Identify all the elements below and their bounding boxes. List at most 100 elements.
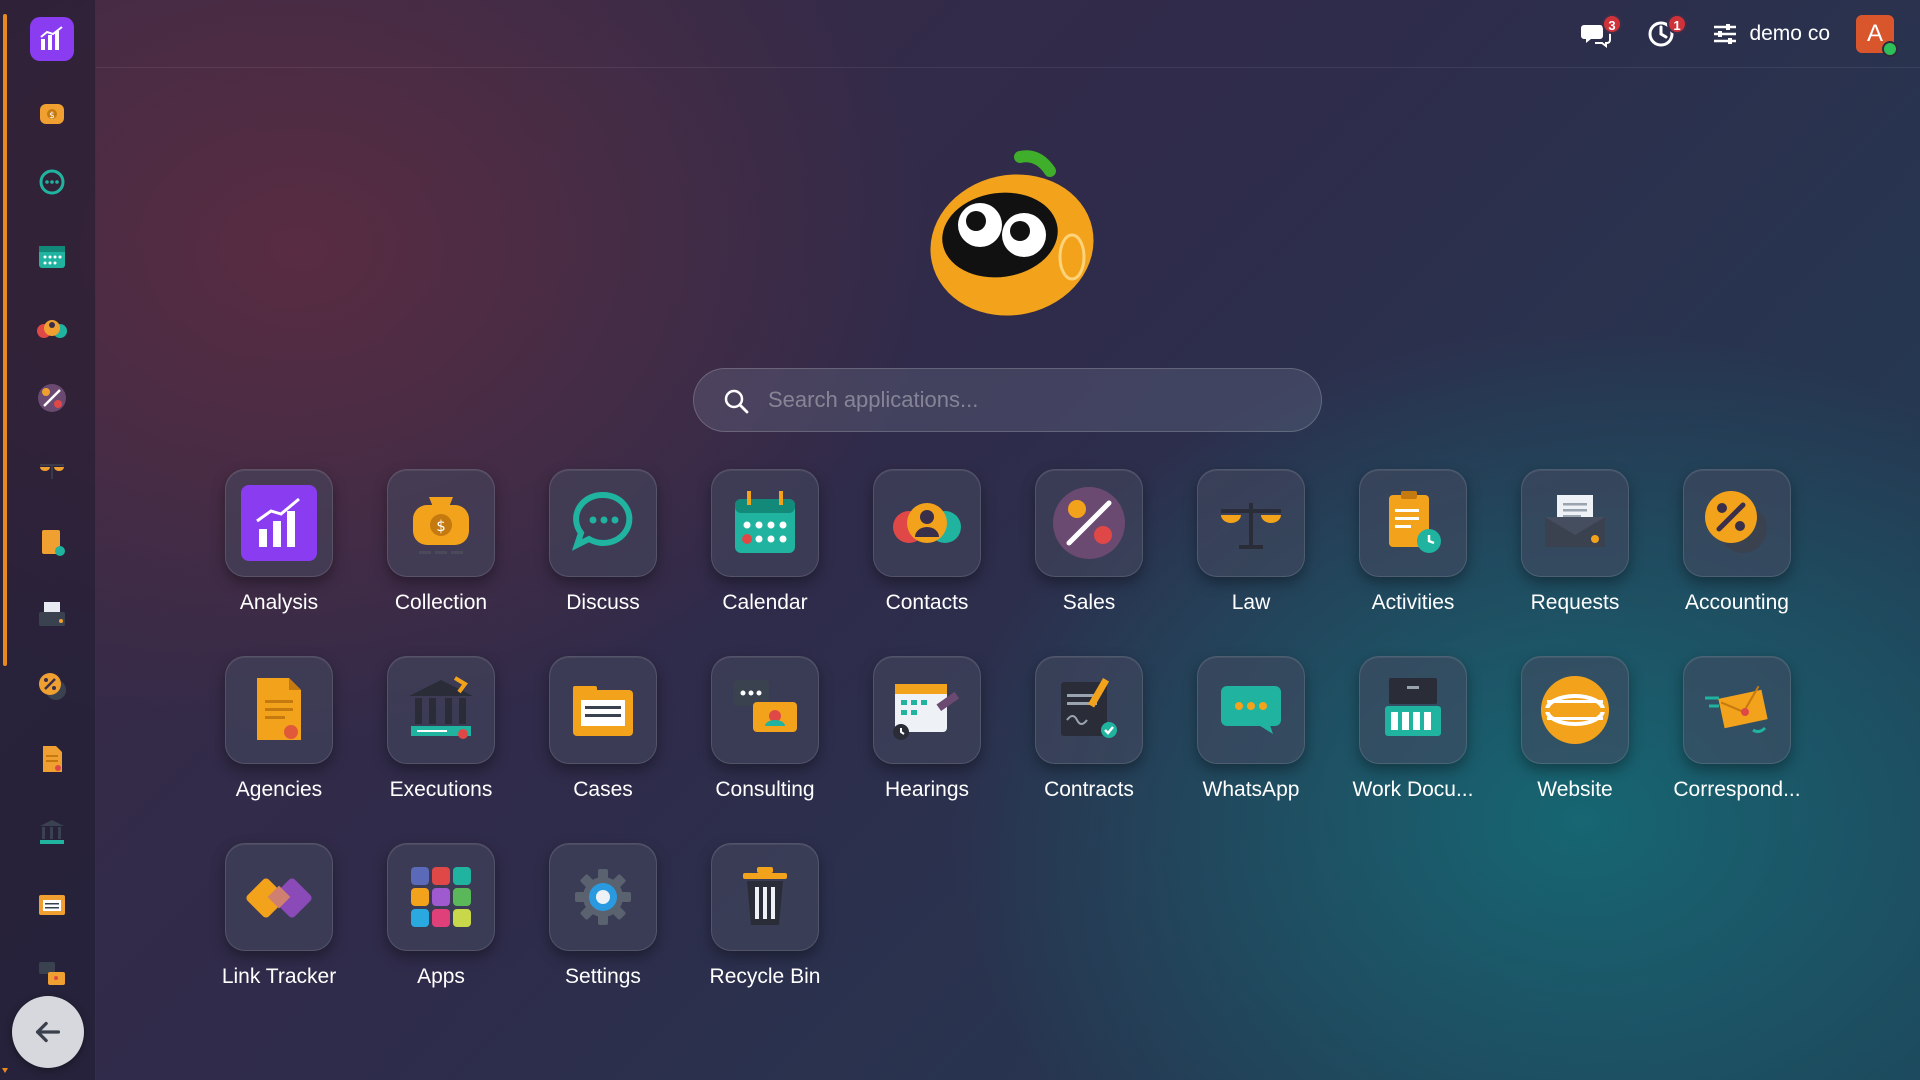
- sidebar-item-executions[interactable]: [30, 810, 74, 854]
- sidebar-item-law[interactable]: [30, 447, 74, 491]
- contracts-icon: [1061, 678, 1117, 738]
- app-tile[interactable]: [873, 656, 981, 764]
- app-search-bar[interactable]: [693, 368, 1322, 432]
- app-hearings[interactable]: Hearings: [852, 656, 1002, 816]
- app-label: Cases: [573, 778, 633, 801]
- messages-button[interactable]: 3: [1580, 14, 1622, 50]
- app-tile[interactable]: [1683, 469, 1791, 577]
- app-requests[interactable]: Requests: [1500, 469, 1650, 629]
- app-correspondence[interactable]: Correspond...: [1662, 656, 1812, 816]
- app-contacts[interactable]: Contacts: [852, 469, 1002, 629]
- app-cases[interactable]: Cases: [528, 656, 678, 816]
- app-tile[interactable]: [1197, 656, 1305, 764]
- company-name[interactable]: demo co: [1749, 22, 1830, 46]
- sidebar-item-agencies[interactable]: [30, 737, 74, 781]
- app-recycle-bin[interactable]: Recycle Bin: [690, 843, 840, 1003]
- app-analysis[interactable]: Analysis: [204, 469, 354, 629]
- app-label: Executions: [389, 778, 493, 801]
- sidebar-item-requests[interactable]: [30, 592, 74, 636]
- app-tile[interactable]: [225, 656, 333, 764]
- app-tile[interactable]: [387, 656, 495, 764]
- link-tracker-icon: [246, 878, 312, 918]
- sidebar-item-calendar[interactable]: [30, 234, 74, 278]
- app-link-tracker[interactable]: Link Tracker: [204, 843, 354, 1003]
- app-tile[interactable]: [549, 843, 657, 951]
- app-label: Correspond...: [1673, 778, 1801, 801]
- app-work-documents[interactable]: Work Docu...: [1338, 656, 1488, 816]
- app-activities[interactable]: Activities: [1338, 469, 1488, 629]
- app-law[interactable]: Law: [1176, 469, 1326, 629]
- app-tile[interactable]: [1521, 469, 1629, 577]
- app-tile[interactable]: $: [387, 469, 495, 577]
- app-consulting[interactable]: Consulting: [690, 656, 840, 816]
- app-tile[interactable]: [225, 469, 333, 577]
- whatsapp-icon: [1221, 686, 1281, 734]
- app-tile[interactable]: [1359, 469, 1467, 577]
- app-label: Link Tracker: [221, 965, 337, 988]
- app-label: Analysis: [239, 591, 319, 614]
- back-button[interactable]: [12, 996, 84, 1068]
- contacts-icon: [37, 320, 67, 338]
- cases-icon: [573, 686, 633, 736]
- discuss-icon: [39, 169, 65, 195]
- app-tile[interactable]: [1035, 656, 1143, 764]
- app-tile[interactable]: [1035, 469, 1143, 577]
- sidebar-item-collection[interactable]: $: [30, 90, 74, 134]
- topbar: 3 1 demo co A: [96, 0, 1920, 68]
- analysis-icon: [241, 485, 317, 561]
- sidebar-item-contacts[interactable]: [30, 306, 74, 350]
- activities-icon: [1389, 491, 1441, 553]
- app-label: Settings: [565, 965, 641, 988]
- app-accounting[interactable]: Accounting: [1662, 469, 1812, 629]
- sidebar-item-discuss[interactable]: [30, 161, 74, 205]
- app-tile[interactable]: [549, 469, 657, 577]
- app-tile[interactable]: [1683, 656, 1791, 764]
- app-tile[interactable]: [711, 469, 819, 577]
- app-executions[interactable]: Executions: [366, 656, 516, 816]
- sidebar-item-analysis[interactable]: [30, 17, 74, 61]
- app-website[interactable]: Website: [1500, 656, 1650, 816]
- sidebar-item-accounting[interactable]: [30, 664, 74, 708]
- app-contracts[interactable]: Contracts: [1014, 656, 1164, 816]
- app-settings[interactable]: Settings: [528, 843, 678, 1003]
- svg-text:$: $: [436, 517, 446, 535]
- law-icon: [40, 464, 64, 479]
- sidebar-scroll-arrow[interactable]: [2, 1068, 8, 1073]
- sidebar-item-cases[interactable]: [30, 882, 74, 926]
- calendar-icon: [735, 491, 795, 553]
- company-settings-button[interactable]: [1709, 18, 1741, 50]
- app-whatsapp[interactable]: WhatsApp: [1176, 656, 1326, 816]
- sidebar-item-activities[interactable]: [30, 520, 74, 564]
- app-agencies[interactable]: Agencies: [204, 656, 354, 816]
- user-avatar[interactable]: A: [1856, 15, 1898, 57]
- sliders-icon: [1714, 24, 1736, 44]
- app-discuss[interactable]: Discuss: [528, 469, 678, 629]
- sidebar-item-consulting[interactable]: [30, 953, 74, 997]
- app-tile[interactable]: [873, 469, 981, 577]
- sidebar-scrollbar[interactable]: [3, 14, 7, 666]
- app-tile[interactable]: [1197, 469, 1305, 577]
- accounting-icon: [1705, 491, 1767, 553]
- app-sales[interactable]: Sales: [1014, 469, 1164, 629]
- sidebar-item-sales[interactable]: [30, 376, 74, 420]
- svg-text:$: $: [49, 111, 55, 121]
- app-tile[interactable]: [549, 656, 657, 764]
- app-tile[interactable]: [1521, 656, 1629, 764]
- consulting-icon: [733, 680, 797, 732]
- app-label: Consulting: [715, 778, 815, 801]
- work-documents-icon: [1385, 678, 1441, 736]
- app-collection[interactable]: $ Collection: [366, 469, 516, 629]
- app-tile[interactable]: [711, 843, 819, 951]
- app-tile[interactable]: [225, 843, 333, 951]
- requests-icon: [1545, 495, 1605, 547]
- app-apps[interactable]: Apps: [366, 843, 516, 1003]
- app-label: Work Docu...: [1352, 778, 1474, 801]
- collection-icon: $: [40, 104, 64, 124]
- search-input[interactable]: [768, 377, 1298, 423]
- activities-button[interactable]: 1: [1645, 14, 1687, 50]
- law-icon: [1221, 503, 1281, 549]
- app-calendar[interactable]: Calendar: [690, 469, 840, 629]
- app-tile[interactable]: [711, 656, 819, 764]
- app-tile[interactable]: [1359, 656, 1467, 764]
- app-tile[interactable]: [387, 843, 495, 951]
